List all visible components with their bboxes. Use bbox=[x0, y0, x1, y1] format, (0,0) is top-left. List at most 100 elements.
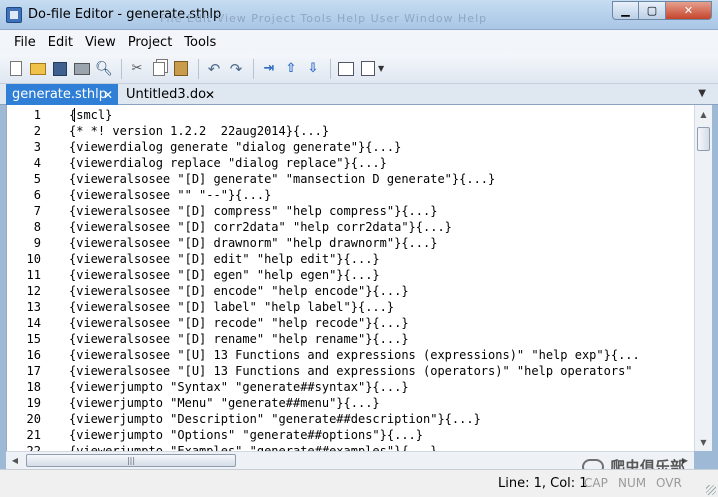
close-window-button[interactable]: ✕ bbox=[666, 1, 712, 20]
line-number: 20 bbox=[26, 412, 41, 426]
caps-lock-indicator: CAP bbox=[584, 476, 608, 490]
line-number: 7 bbox=[33, 204, 41, 218]
next-bookmark-icon[interactable]: ⇩ bbox=[303, 59, 323, 79]
menu-edit[interactable]: Edit bbox=[42, 35, 79, 50]
code-line[interactable]: 10 {vieweralsosee "[D] edit" "help edit"}… bbox=[7, 251, 694, 267]
menu-tools[interactable]: Tools bbox=[178, 35, 222, 50]
line-number: 8 bbox=[33, 220, 41, 234]
new-file-icon[interactable] bbox=[6, 59, 26, 79]
code-line[interactable]: 17 {vieweralsosee "[U] 13 Functions and e… bbox=[7, 363, 694, 379]
tab-label: generate.sthlp bbox=[12, 87, 107, 102]
code-line[interactable]: 20 {viewerjumpto "Description" "generate#… bbox=[7, 411, 694, 427]
menu-bar: File Edit View Project Tools bbox=[0, 30, 718, 54]
vertical-scrollbar[interactable]: ▲ ▼ bbox=[694, 105, 712, 451]
toolbar-separator bbox=[198, 58, 199, 79]
toggle-bookmark-icon[interactable]: ⇥ bbox=[259, 59, 279, 79]
menu-file[interactable]: File bbox=[8, 35, 42, 50]
line-text: {viewerdialog generate "dialog generate"… bbox=[69, 140, 402, 154]
code-line[interactable]: 4 {viewerdialog replace "dialog replace"}… bbox=[7, 155, 694, 171]
vertical-scroll-thumb[interactable] bbox=[697, 127, 710, 151]
line-number: 3 bbox=[33, 140, 41, 154]
scroll-up-icon[interactable]: ▲ bbox=[695, 105, 712, 123]
code-line[interactable]: 19 {viewerjumpto "Menu" "generate##menu"}… bbox=[7, 395, 694, 411]
menu-view[interactable]: View bbox=[79, 35, 122, 50]
horizontal-scroll-thumb[interactable]: ||| bbox=[26, 454, 236, 467]
line-number: 13 bbox=[26, 300, 41, 314]
maximize-button[interactable]: ▢ bbox=[639, 1, 666, 20]
paste-icon[interactable] bbox=[171, 59, 191, 79]
print-icon[interactable] bbox=[72, 59, 92, 79]
code-line[interactable]: 21 {viewerjumpto "Options" "generate##opt… bbox=[7, 427, 694, 443]
line-number: 18 bbox=[26, 380, 41, 394]
close-tab-icon[interactable]: ✕ bbox=[205, 88, 215, 102]
line-number: 14 bbox=[26, 316, 41, 330]
code-line[interactable]: 5 {vieweralsosee "[D] generate" "mansecti… bbox=[7, 171, 694, 187]
code-line[interactable]: 2 {* *! version 1.2.2 22aug2014}{...} bbox=[7, 123, 694, 139]
code-line[interactable]: 12 {vieweralsosee "[D] encode" "help enco… bbox=[7, 283, 694, 299]
line-number: 9 bbox=[33, 236, 41, 250]
line-text: {vieweralsosee "[D] edit" "help edit"}{.… bbox=[69, 252, 380, 266]
line-text: {viewerjumpto "Examples" "generate##exam… bbox=[69, 444, 438, 451]
code-line[interactable]: 1 {smcl} bbox=[7, 107, 694, 123]
code-line[interactable]: 16 {vieweralsosee "[U] 13 Functions and e… bbox=[7, 347, 694, 363]
line-text: {vieweralsosee "" "--"}{...} bbox=[69, 188, 272, 202]
toolbar-separator bbox=[121, 58, 122, 79]
tab-bar: generate.sthlp ✕ Untitled3.do ✕ ▼ bbox=[0, 84, 718, 105]
line-text: {vieweralsosee "[D] generate" "mansectio… bbox=[69, 172, 496, 186]
toolbar-separator bbox=[253, 58, 254, 79]
line-text: {vieweralsosee "[D] drawnorm" "help draw… bbox=[69, 236, 438, 250]
scroll-down-icon[interactable]: ▼ bbox=[695, 433, 712, 451]
resize-grip-icon[interactable] bbox=[706, 485, 716, 495]
menu-project[interactable]: Project bbox=[122, 35, 178, 50]
code-line[interactable]: 9 {vieweralsosee "[D] drawnorm" "help dra… bbox=[7, 235, 694, 251]
undo-icon[interactable]: ↶ bbox=[204, 59, 224, 79]
line-number: 6 bbox=[33, 188, 41, 202]
line-text: {viewerjumpto "Syntax" "generate##syntax… bbox=[69, 380, 409, 394]
code-editor[interactable]: 1 {smcl} 2 {* *! version 1.2.2 22aug2014}{.… bbox=[6, 105, 694, 451]
line-text: {vieweralsosee "[D] label" "help label"}… bbox=[69, 300, 395, 314]
execute-do-icon[interactable] bbox=[358, 59, 378, 79]
code-line[interactable]: 11 {vieweralsosee "[D] egen" "help egen"}… bbox=[7, 267, 694, 283]
copy-icon[interactable] bbox=[149, 59, 169, 79]
tab-untitled3-do[interactable]: Untitled3.do ✕ bbox=[120, 84, 220, 105]
code-line[interactable]: 3 {viewerdialog generate "dialog generate… bbox=[7, 139, 694, 155]
code-line[interactable]: 14 {vieweralsosee "[D] recode" "help reco… bbox=[7, 315, 694, 331]
line-text: {vieweralsosee "[U] 13 Functions and exp… bbox=[69, 364, 633, 378]
tab-list-dropdown-icon[interactable]: ▼ bbox=[698, 88, 706, 99]
execute-dropdown-arrow-icon[interactable]: ▼ bbox=[378, 64, 384, 73]
line-text: {vieweralsosee "[D] rename" "help rename… bbox=[69, 332, 409, 346]
previous-bookmark-icon[interactable]: ⇧ bbox=[281, 59, 301, 79]
code-line[interactable]: 13 {vieweralsosee "[D] label" "help label… bbox=[7, 299, 694, 315]
line-text: {vieweralsosee "[D] corr2data" "help cor… bbox=[69, 220, 452, 234]
line-number: 12 bbox=[26, 284, 41, 298]
line-text: {smcl} bbox=[69, 108, 113, 122]
code-line[interactable]: 15 {vieweralsosee "[D] rename" "help rena… bbox=[7, 331, 694, 347]
line-number: 4 bbox=[33, 156, 41, 170]
scroll-left-icon[interactable]: ◀ bbox=[6, 452, 24, 469]
code-line[interactable]: 6 {vieweralsosee "" "--"}{...} bbox=[7, 187, 694, 203]
open-folder-icon[interactable] bbox=[28, 59, 48, 79]
save-icon[interactable] bbox=[50, 59, 70, 79]
tab-generate-sthlp[interactable]: generate.sthlp ✕ bbox=[6, 84, 118, 105]
line-number: 19 bbox=[26, 396, 41, 410]
show-file-in-viewer-icon[interactable] bbox=[336, 59, 356, 79]
find-icon[interactable]: 🔍︎ bbox=[94, 59, 114, 79]
code-line[interactable]: 18 {viewerjumpto "Syntax" "generate##synt… bbox=[7, 379, 694, 395]
code-line[interactable]: 22 {viewerjumpto "Examples" "generate##ex… bbox=[7, 443, 694, 451]
title-bar: Do-file Editor - generate.sthlp File Edi… bbox=[0, 0, 718, 30]
toolbar-separator bbox=[330, 58, 331, 79]
redo-icon[interactable]: ↷ bbox=[226, 59, 246, 79]
line-text: {vieweralsosee "[U] 13 Functions and exp… bbox=[69, 348, 640, 362]
line-number: 21 bbox=[26, 428, 41, 442]
num-lock-indicator: NUM bbox=[618, 476, 647, 490]
line-text: {* *! version 1.2.2 22aug2014}{...} bbox=[69, 124, 330, 138]
app-icon bbox=[6, 7, 22, 23]
code-line[interactable]: 7 {vieweralsosee "[D] compress" "help com… bbox=[7, 203, 694, 219]
cut-icon[interactable]: ✂ bbox=[127, 59, 147, 79]
code-line[interactable]: 8 {vieweralsosee "[D] corr2data" "help co… bbox=[7, 219, 694, 235]
line-text: {vieweralsosee "[D] compress" "help comp… bbox=[69, 204, 438, 218]
close-tab-icon[interactable]: ✕ bbox=[103, 88, 113, 102]
toolbar: 🔍︎ ✂ ↶ ↷ ⇥ ⇧ ⇩ ▼ bbox=[0, 54, 718, 84]
line-number: 5 bbox=[33, 172, 41, 186]
minimize-button[interactable]: ▁ bbox=[612, 1, 639, 20]
